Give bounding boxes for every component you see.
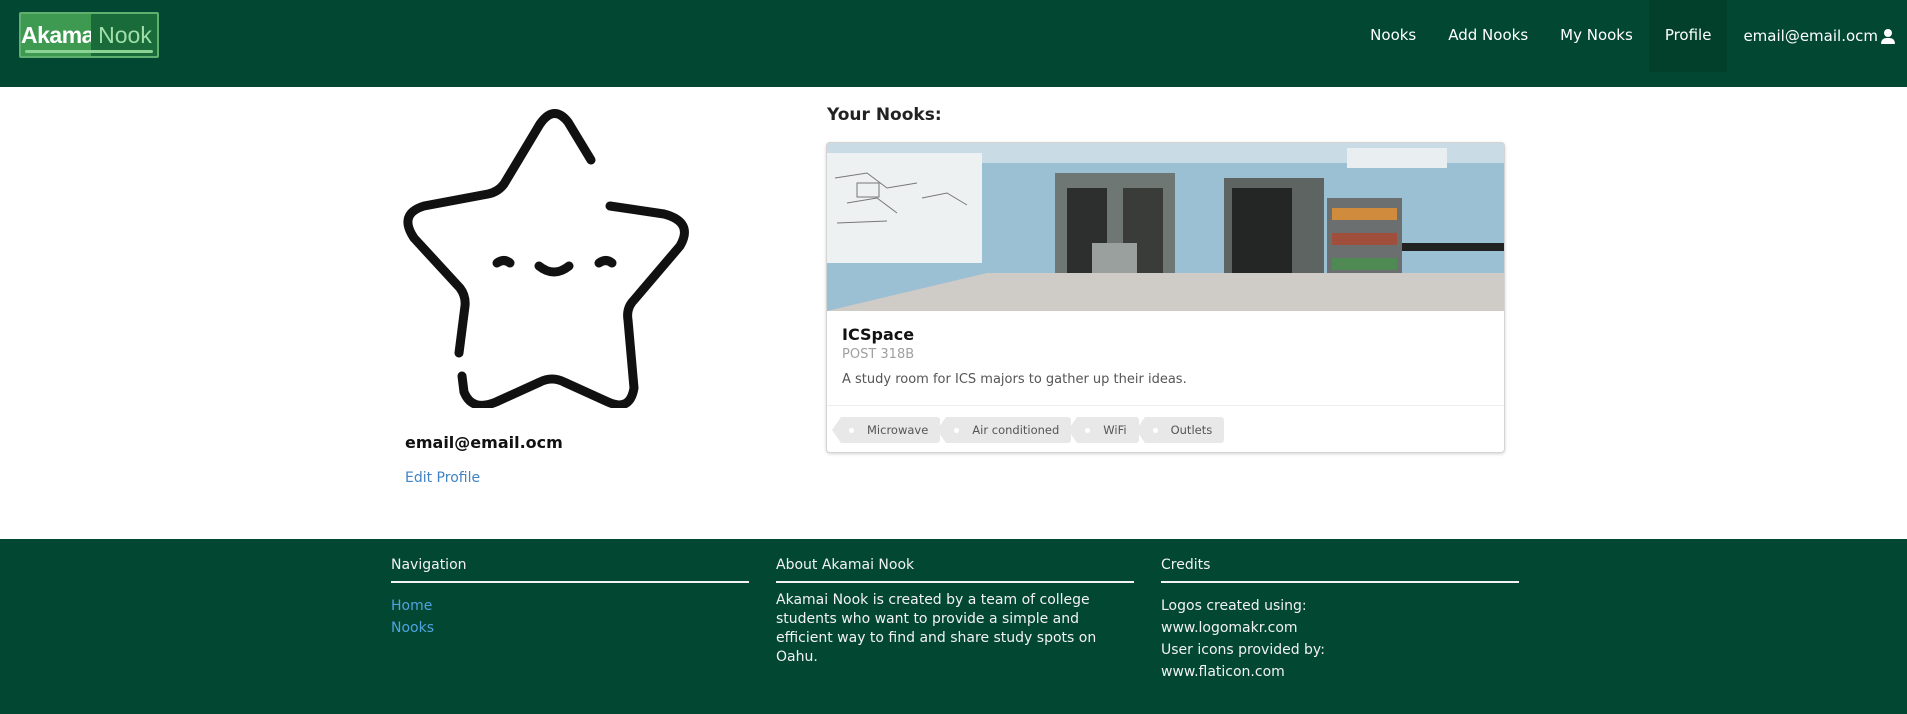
user-icon: [1881, 28, 1895, 44]
logo-book-underline: [25, 50, 153, 53]
akamai-nook-logo[interactable]: Akamai Nook: [19, 12, 159, 58]
credit-icons-label: User icons provided by:: [1161, 642, 1325, 658]
nav-item-my-nooks[interactable]: My Nooks: [1544, 0, 1649, 72]
tag-air-conditioned[interactable]: Air conditioned: [937, 417, 1072, 443]
footer-navigation-links: Home Nooks: [391, 595, 749, 639]
user-menu-dropdown[interactable]: email@email.ocm: [1727, 0, 1907, 72]
nook-name[interactable]: ICSpace: [842, 325, 914, 344]
footer-about-text: Akamai Nook is created by a team of coll…: [776, 592, 1097, 665]
tag-list: Microwave Air conditioned WiFi Outlets: [831, 417, 1225, 443]
footer-navigation-heading: Navigation: [391, 557, 749, 583]
footer-credits-heading: Credits: [1161, 557, 1519, 583]
credit-flaticon-url: www.flaticon.com: [1161, 664, 1285, 680]
footer-navigation-column: Navigation Home Nooks: [391, 557, 749, 639]
nav-item-profile[interactable]: Profile: [1648, 0, 1728, 72]
tag-wifi[interactable]: WiFi: [1068, 417, 1139, 443]
credit-logos-label: Logos created using:: [1161, 598, 1307, 614]
your-nooks-heading: Your Nooks:: [827, 105, 942, 125]
tag-microwave[interactable]: Microwave: [831, 417, 941, 443]
star-avatar-image: [403, 109, 689, 408]
nav-item-add-nooks[interactable]: Add Nooks: [1432, 0, 1544, 72]
footer-link-nooks[interactable]: Nooks: [391, 617, 749, 639]
nook-card[interactable]: ICSpace POST 318B A study room for ICS m…: [826, 142, 1505, 453]
footer-about-column: About Akamai Nook Akamai Nook is created…: [776, 557, 1134, 667]
nook-photo: [827, 143, 1504, 311]
footer-credits-lines: Logos created using: www.logomakr.com Us…: [1161, 595, 1519, 683]
nook-description: A study room for ICS majors to gather up…: [842, 372, 1187, 387]
user-email-label: email@email.ocm: [1743, 27, 1878, 45]
credit-logomakr-url: www.logomakr.com: [1161, 620, 1298, 636]
footer-credits-column: Credits Logos created using: www.logomak…: [1161, 557, 1519, 683]
nook-tags-section: Microwave Air conditioned WiFi Outlets: [827, 405, 1504, 452]
edit-profile-link[interactable]: Edit Profile: [405, 470, 480, 486]
top-navbar: Akamai Nook Nooks Add Nooks My Nooks Pro…: [0, 0, 1907, 87]
nav-item-nooks[interactable]: Nooks: [1354, 0, 1432, 72]
footer-about-heading: About Akamai Nook: [776, 557, 1134, 583]
tag-outlets[interactable]: Outlets: [1135, 417, 1225, 443]
site-footer: Navigation Home Nooks About Akamai Nook …: [0, 539, 1907, 714]
nav-menu: Nooks Add Nooks My Nooks Profile email@e…: [1354, 0, 1907, 72]
footer-link-home[interactable]: Home: [391, 595, 749, 617]
nook-location: POST 318B: [842, 347, 915, 362]
profile-email: email@email.ocm: [405, 433, 563, 452]
